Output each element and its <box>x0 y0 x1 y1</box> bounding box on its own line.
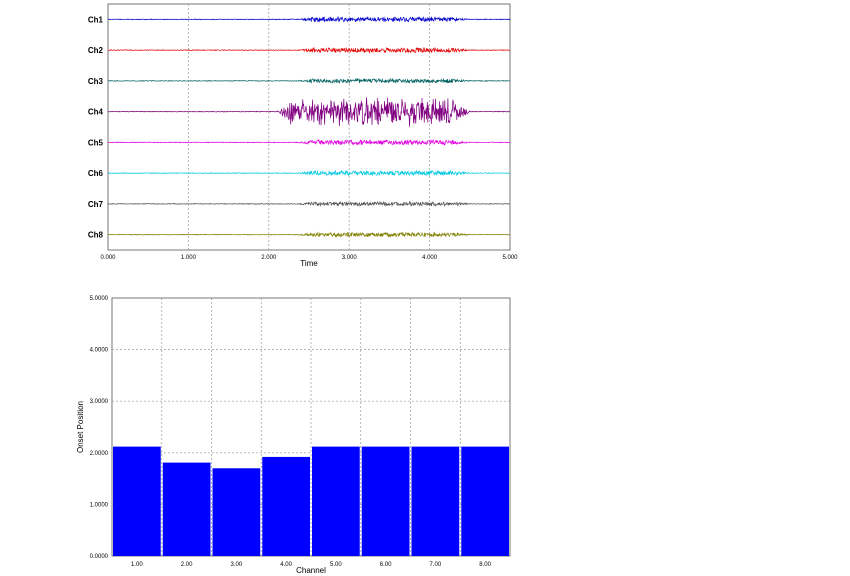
onset-x-tick-label: 5.00 <box>330 562 342 568</box>
signal-plot-area <box>107 3 511 251</box>
onset-x-tick-label: 1.00 <box>131 562 143 568</box>
onset-y-tick-label: 2.0000 <box>90 451 109 457</box>
channel-label-ch6: Ch6 <box>88 169 104 178</box>
trace-ch1 <box>107 15 511 23</box>
signal-channel-labels: Ch1 Ch2 Ch3 Ch4 Ch5 Ch6 Ch7 Ch8 <box>88 15 104 239</box>
onset-bar-2 <box>162 462 211 556</box>
trace-ch7 <box>107 200 511 208</box>
trace-ch4 <box>107 97 511 127</box>
trace-ch2 <box>107 46 511 54</box>
signal-x-tick-label: 2.000 <box>261 255 277 261</box>
channel-label-ch8: Ch8 <box>88 231 104 240</box>
signal-x-axis-label: Time <box>300 259 318 268</box>
signal-x-tick-label: 5.000 <box>502 255 518 261</box>
onset-y-tick-label: 1.0000 <box>90 502 109 508</box>
signal-traces <box>107 15 511 238</box>
trace-ch5 <box>107 138 511 146</box>
signal-grid <box>188 4 430 250</box>
channel-label-ch2: Ch2 <box>88 46 104 55</box>
onset-y-tick-label: 4.0000 <box>90 348 109 354</box>
onset-bar-5 <box>312 446 360 556</box>
onset-y-tick-label: 0.0000 <box>90 554 109 560</box>
channel-label-ch5: Ch5 <box>88 138 104 147</box>
onset-bar-4 <box>262 456 310 556</box>
trace-ch6 <box>107 169 511 177</box>
onset-y-tick-label: 3.0000 <box>90 399 109 405</box>
onset-y-axis-label: Onset Position <box>76 401 85 453</box>
multichannel-signal-plot: Ch1 Ch2 Ch3 Ch4 Ch5 Ch6 Ch7 Ch8 0.000 1.000 2.000… <box>88 3 518 268</box>
onset-bar-8 <box>461 446 509 556</box>
figure: Ch1Ch2Ch3Ch4Ch5Ch6Ch7Ch8 0.000 1.000 2.000… <box>76 3 518 575</box>
onset-bar-7 <box>411 446 460 556</box>
onset-x-tick-label: 8.00 <box>479 562 491 568</box>
trace-ch8 <box>107 231 511 238</box>
signal-x-tick-label: 3.000 <box>342 255 358 261</box>
signal-x-tick-label: 4.000 <box>422 255 438 261</box>
onset-bar-3 <box>212 468 261 556</box>
channel-label-ch3: Ch3 <box>88 77 104 86</box>
onset-x-tick-label: 3.00 <box>231 562 243 568</box>
onset-bar-chart: 0.0000 1.0000 2.0000 3.0000 4.0000 5.0000 1.0… <box>76 296 511 575</box>
channel-label-ch4: Ch4 <box>88 108 104 117</box>
onset-x-tick-label: 6.00 <box>380 562 392 568</box>
trace-ch3 <box>107 77 511 85</box>
onset-x-tick-label: 2.00 <box>181 562 193 568</box>
onset-bar-6 <box>361 446 410 556</box>
onset-y-tick-label: 5.0000 <box>90 296 109 302</box>
onset-x-tick-label: 7.00 <box>430 562 442 568</box>
signal-x-tick-label: 1.000 <box>181 255 197 261</box>
onset-x-axis-label: Channel <box>296 566 326 575</box>
channel-label-ch1: Ch1 <box>88 15 104 24</box>
signal-x-tick-label: 0.000 <box>100 255 116 261</box>
onset-x-tick-label: 4.00 <box>280 562 292 568</box>
onset-bar-1 <box>113 446 161 556</box>
onset-y-tick-labels: 0.0000 1.0000 2.0000 3.0000 4.0000 5.0000 <box>90 296 109 560</box>
channel-label-ch7: Ch7 <box>88 200 104 209</box>
